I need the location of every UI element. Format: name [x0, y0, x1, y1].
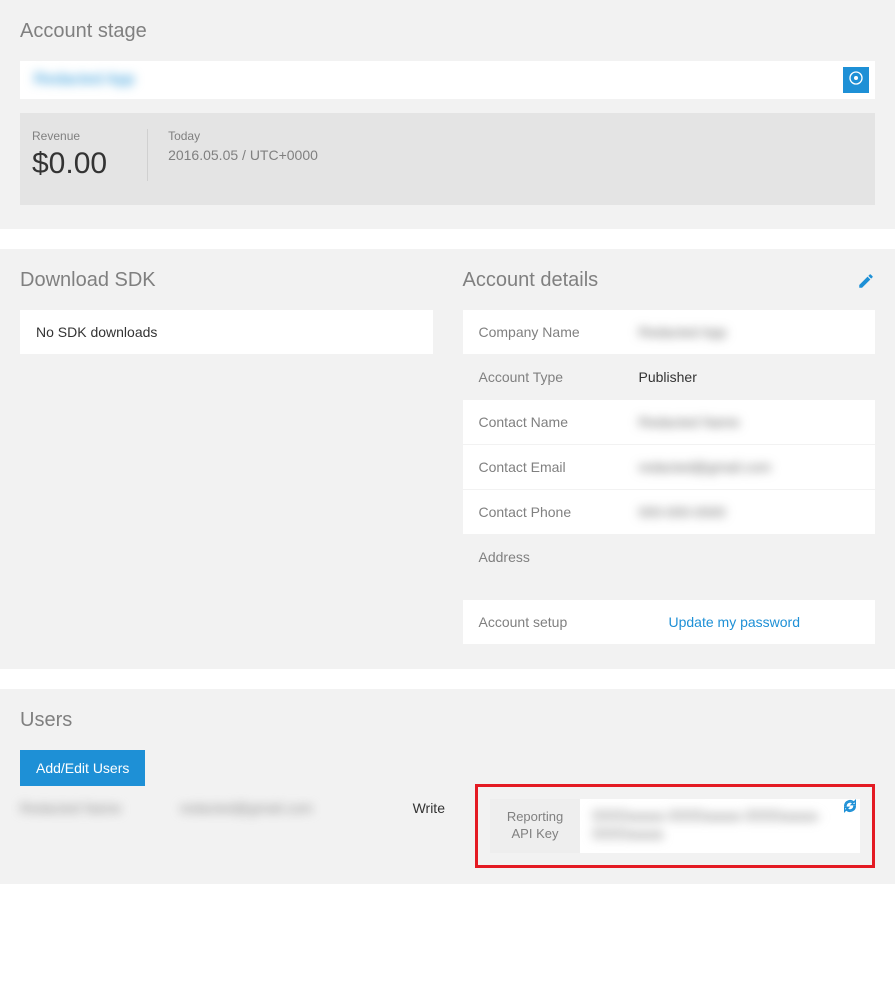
- revenue-label: Revenue: [32, 129, 107, 143]
- details-panel: Download SDK No SDK downloads Account de…: [0, 249, 895, 669]
- contact-name-value: Redacted Name: [639, 414, 740, 430]
- account-details-section: Account details Company Name Redacted Ap…: [463, 269, 876, 645]
- address-label: Address: [479, 549, 639, 565]
- address-row: Address: [463, 535, 876, 580]
- account-setup-label: Account setup: [479, 614, 669, 630]
- download-sdk-section: Download SDK No SDK downloads: [20, 269, 433, 645]
- contact-phone-row: Contact Phone 000-000-0000: [463, 490, 876, 535]
- api-key-highlight: Reporting API Key 0000aaaa-0000aaaa-0000…: [475, 784, 875, 868]
- stats-row: Revenue $0.00 Today 2016.05.05 / UTC+000…: [20, 113, 875, 205]
- target-icon: [848, 70, 864, 91]
- account-type-value: Publisher: [639, 369, 697, 385]
- revenue-block: Revenue $0.00: [32, 129, 148, 181]
- add-edit-users-button[interactable]: Add/Edit Users: [20, 750, 145, 786]
- today-label: Today: [168, 129, 318, 143]
- contact-email-value: redacted@gmail.com: [639, 459, 772, 475]
- account-setup-row: Account setup Update my password: [463, 600, 876, 645]
- company-name-label: Company Name: [479, 324, 639, 340]
- contact-name-label: Contact Name: [479, 414, 639, 430]
- stage-bar: Redacted App: [20, 61, 875, 99]
- edit-account-button[interactable]: [857, 272, 875, 290]
- stage-app-name: Redacted App: [34, 71, 135, 89]
- user-permission: Write: [413, 800, 445, 816]
- user-email: redacted@gmail.com: [180, 800, 380, 816]
- users-panel: Users Add/Edit Users Redacted Name redac…: [0, 689, 895, 884]
- contact-name-row: Contact Name Redacted Name: [463, 400, 876, 445]
- api-key-label: Reporting API Key: [490, 799, 580, 853]
- refresh-icon: [842, 798, 858, 819]
- contact-phone-label: Contact Phone: [479, 504, 639, 520]
- account-type-row: Account Type Publisher: [463, 355, 876, 400]
- company-name-row: Company Name Redacted App: [463, 310, 876, 355]
- company-name-value: Redacted App: [639, 324, 727, 340]
- user-name: Redacted Name: [20, 800, 140, 816]
- api-key-box: Reporting API Key 0000aaaa-0000aaaa-0000…: [490, 799, 860, 853]
- revenue-value: $0.00: [32, 147, 107, 181]
- user-row: Redacted Name redacted@gmail.com Write: [20, 800, 475, 816]
- update-password-link[interactable]: Update my password: [669, 614, 801, 630]
- regenerate-api-key-button[interactable]: [842, 799, 860, 817]
- today-value: 2016.05.05 / UTC+0000: [168, 147, 318, 163]
- account-type-label: Account Type: [479, 369, 639, 385]
- sdk-empty-message: No SDK downloads: [20, 310, 433, 354]
- today-block: Today 2016.05.05 / UTC+0000: [168, 129, 358, 181]
- account-stage-panel: Account stage Redacted App Revenue $0.00…: [0, 0, 895, 229]
- pencil-icon: [857, 277, 875, 294]
- users-title: Users: [20, 709, 875, 732]
- contact-phone-value: 000-000-0000: [639, 504, 726, 520]
- download-sdk-title: Download SDK: [20, 269, 433, 292]
- contact-email-label: Contact Email: [479, 459, 639, 475]
- account-stage-title: Account stage: [20, 20, 875, 43]
- api-key-value: 0000aaaa-0000aaaa-0000aaaa-0000aaaa: [592, 808, 830, 844]
- account-details-title: Account details: [463, 269, 599, 292]
- contact-email-row: Contact Email redacted@gmail.com: [463, 445, 876, 490]
- stage-action-button[interactable]: [843, 67, 869, 93]
